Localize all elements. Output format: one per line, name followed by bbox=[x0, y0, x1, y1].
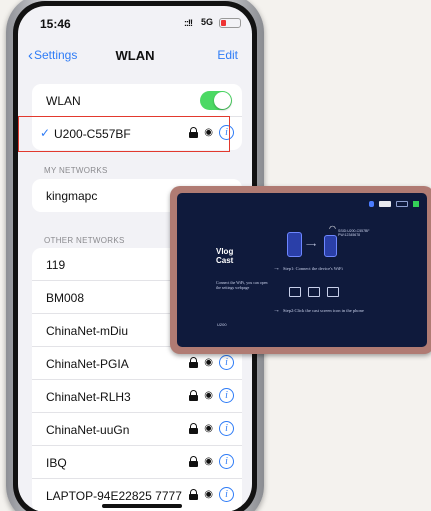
step1-text: Step1: Connect the device's WiFi bbox=[283, 266, 343, 271]
device-model: U200 bbox=[217, 322, 227, 327]
network-icons: ◉ i bbox=[189, 421, 234, 436]
wlan-label: WLAN bbox=[46, 94, 81, 108]
network-name: IBQ bbox=[46, 456, 67, 470]
wifi-icon: ◉ bbox=[204, 390, 213, 401]
lock-icon bbox=[189, 423, 199, 434]
step2-text: Step2:Click the cast screen icon in the … bbox=[283, 308, 364, 313]
screen-icon bbox=[327, 287, 339, 297]
title-line1: Vlog bbox=[216, 247, 234, 256]
card-icon bbox=[379, 201, 391, 207]
toggle-knob bbox=[214, 92, 231, 109]
wifi-icon: ◉ bbox=[204, 357, 213, 368]
vlog-cast-title: Vlog Cast bbox=[216, 247, 233, 265]
info-icon[interactable]: i bbox=[219, 487, 234, 502]
lock-icon bbox=[189, 357, 199, 368]
cast-device: Vlog Cast Connect the WiFi, you can open… bbox=[170, 186, 431, 354]
photo-scene: 15:46 ::!! 5G ‹Settings WLAN Edit WLAN ✓… bbox=[0, 0, 431, 511]
network-name: ChinaNet-RLH3 bbox=[46, 390, 131, 404]
mirror-icon bbox=[289, 287, 301, 297]
network-name: BM008 bbox=[46, 291, 85, 305]
battery-outline-icon bbox=[396, 201, 408, 207]
battery-icon bbox=[219, 18, 241, 28]
arrow-right-icon: → bbox=[273, 307, 280, 314]
network-icons: ◉ i bbox=[189, 355, 234, 370]
home-indicator bbox=[102, 504, 182, 508]
wifi-icon: ◉ bbox=[204, 456, 213, 467]
edit-button[interactable]: Edit bbox=[217, 48, 238, 62]
bluetooth-icon bbox=[369, 201, 374, 207]
wlan-toggle-row: WLAN bbox=[32, 84, 242, 117]
wlan-toggle[interactable] bbox=[200, 91, 232, 110]
signal-icon: ::!! bbox=[184, 18, 193, 28]
arrow-right-icon: ⟶ bbox=[306, 242, 317, 249]
password-line: PW:12345678 bbox=[338, 233, 361, 237]
phone-illustration bbox=[287, 232, 302, 257]
network-name: ChinaNet-uuGn bbox=[46, 423, 130, 437]
cast-device-screen: Vlog Cast Connect the WiFi, you can open… bbox=[177, 193, 427, 347]
network-name: ChinaNet-PGIA bbox=[46, 357, 129, 371]
network-icons: ◉ i bbox=[189, 454, 234, 469]
connected-network-highlight bbox=[18, 116, 230, 152]
phone-illustration bbox=[324, 235, 337, 257]
network-name: kingmapc bbox=[46, 189, 98, 203]
battery-level bbox=[221, 20, 226, 26]
network-row[interactable]: ChinaNet-RLH3 ◉ i bbox=[32, 380, 242, 413]
power-icon bbox=[413, 201, 419, 207]
info-icon[interactable]: i bbox=[219, 454, 234, 469]
title-line2: Cast bbox=[216, 256, 234, 265]
status-time: 15:46 bbox=[40, 17, 71, 31]
status-bar: 15:46 ::!! 5G bbox=[18, 6, 252, 36]
lock-icon bbox=[189, 456, 199, 467]
network-name: LAPTOP-94E22825 7777 bbox=[46, 489, 182, 503]
network-row[interactable]: ChinaNet-uuGn ◉ i bbox=[32, 413, 242, 446]
lock-icon bbox=[189, 390, 199, 401]
info-icon[interactable]: i bbox=[219, 421, 234, 436]
info-icon[interactable]: i bbox=[219, 355, 234, 370]
help-text: Connect the WiFi, you can open the setti… bbox=[216, 280, 268, 290]
network-type: 5G bbox=[201, 17, 214, 27]
cast-icon bbox=[308, 287, 320, 297]
nav-bar: ‹Settings WLAN Edit bbox=[18, 38, 252, 68]
wifi-icon: ◉ bbox=[204, 489, 213, 500]
ssid-info: SSID:U200-C557BF PW:12345678 bbox=[338, 229, 370, 237]
wifi-icon: ◠ bbox=[329, 224, 336, 233]
device-status-icons bbox=[369, 201, 419, 207]
network-name: 119 bbox=[46, 258, 66, 272]
arrow-right-icon: → bbox=[273, 265, 280, 272]
lock-icon bbox=[189, 489, 199, 500]
network-icons: ◉ i bbox=[189, 388, 234, 403]
network-row[interactable]: IBQ ◉ i bbox=[32, 446, 242, 479]
network-name: ChinaNet-mDiu bbox=[46, 324, 129, 338]
my-networks-header: MY NETWORKS bbox=[44, 166, 108, 175]
info-icon[interactable]: i bbox=[219, 388, 234, 403]
wifi-icon: ◉ bbox=[204, 423, 213, 434]
other-networks-header: OTHER NETWORKS bbox=[44, 236, 125, 245]
network-icons: ◉ i bbox=[189, 487, 234, 502]
